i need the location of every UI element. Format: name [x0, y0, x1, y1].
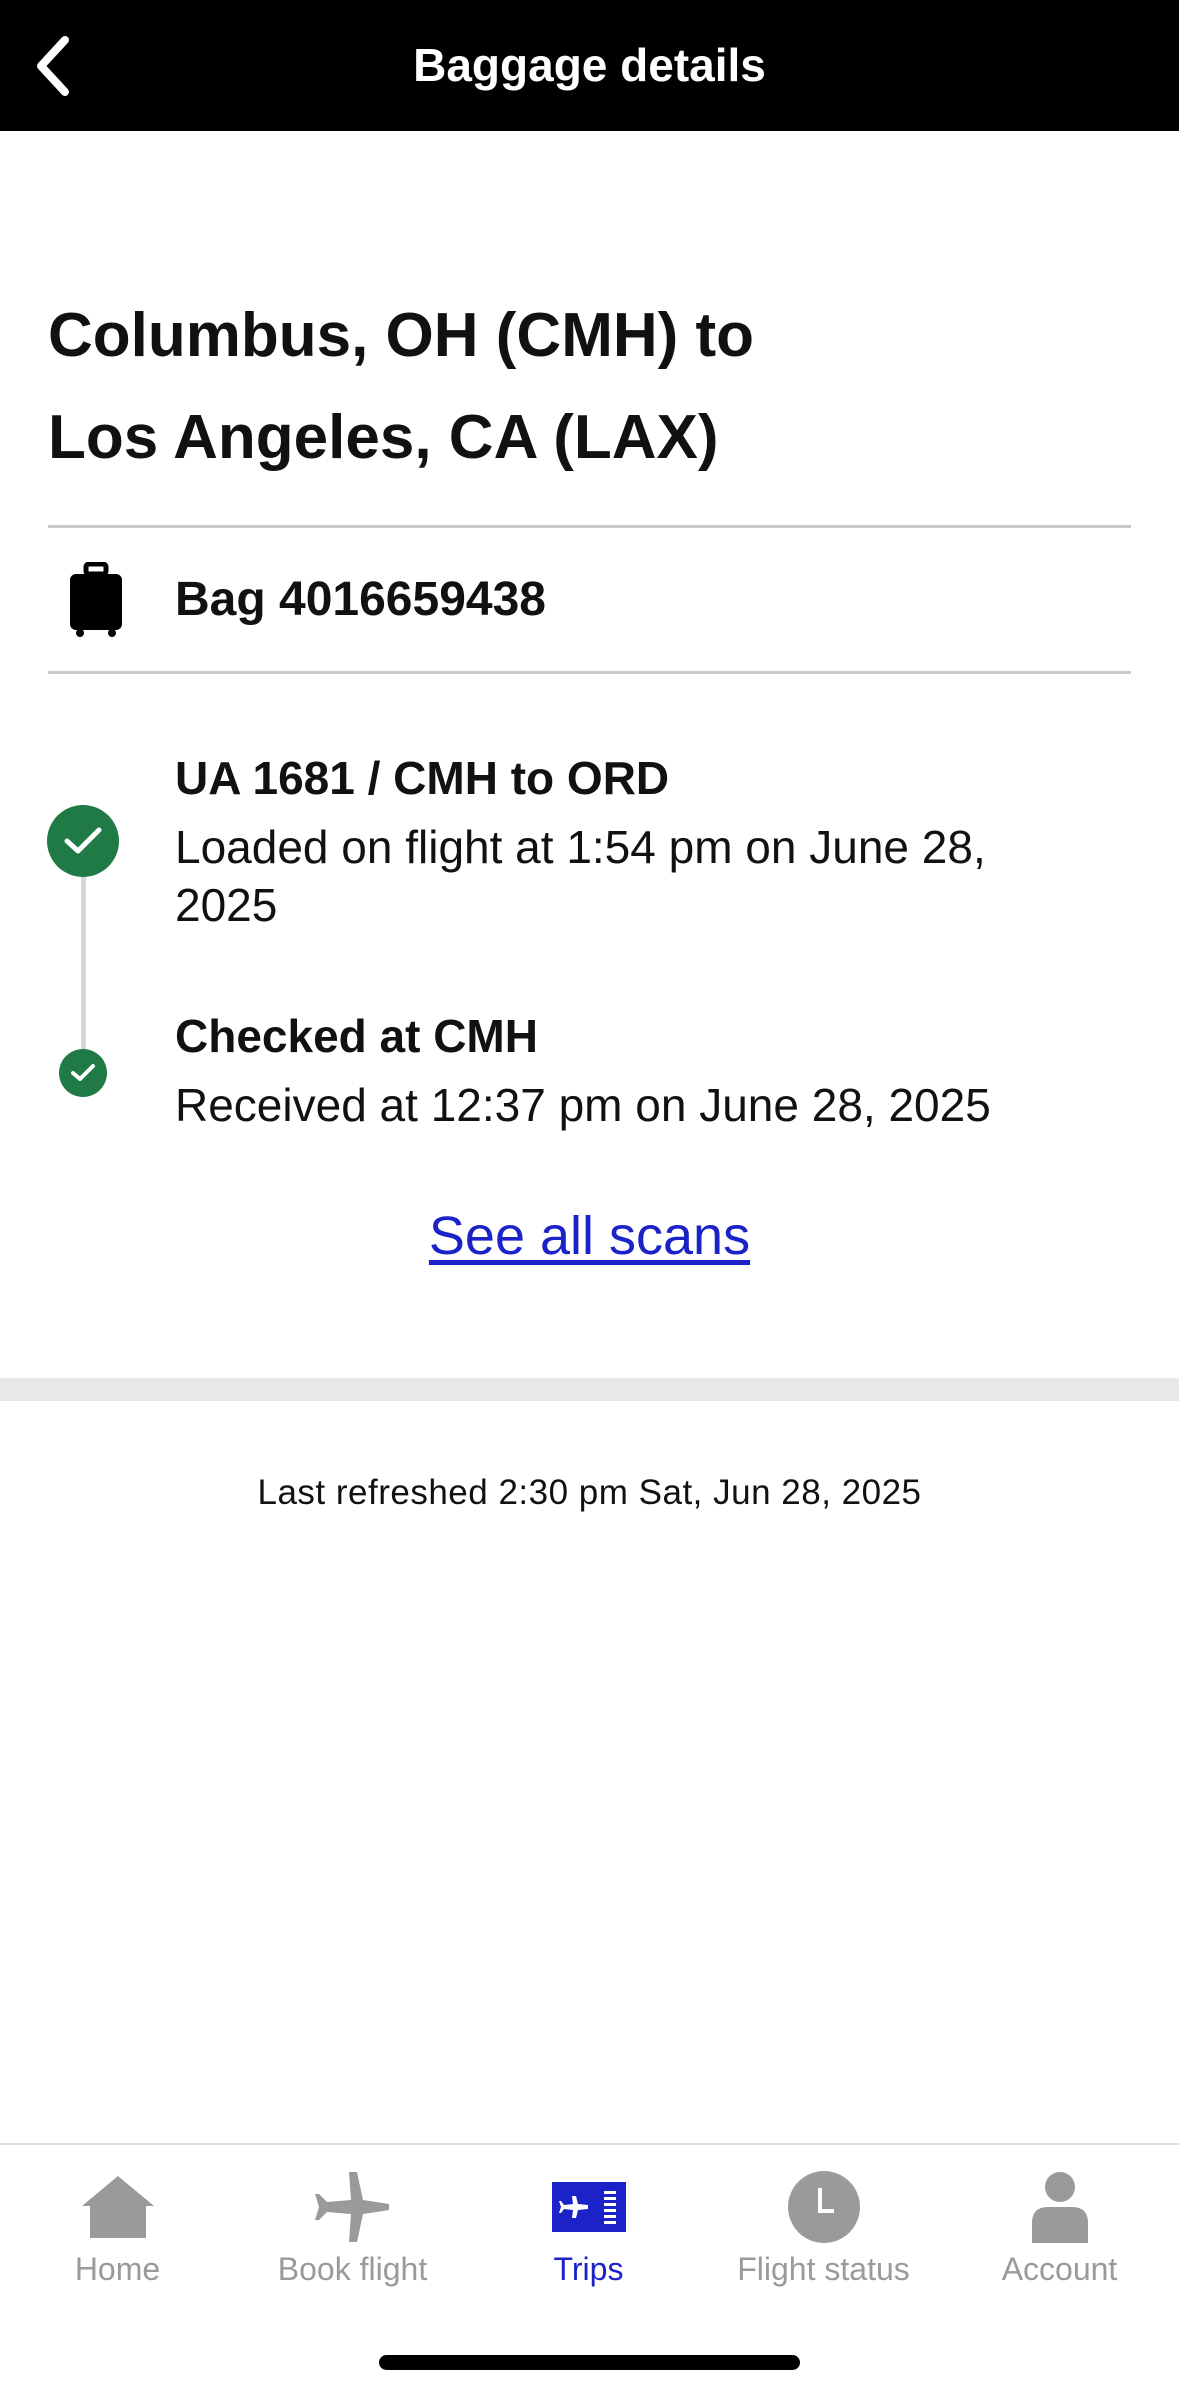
event-detail: Loaded on flight at 1:54 pm on June 28, …: [175, 821, 986, 931]
suitcase-icon: [70, 562, 122, 637]
nav-item-trips[interactable]: Trips: [471, 2145, 706, 2320]
nav-label: Home: [74, 2251, 161, 2287]
event-title: UA 1681 / CMH to ORD: [175, 752, 670, 804]
nav-item-account[interactable]: Account: [942, 2145, 1177, 2320]
app-header: Baggage details: [0, 0, 1179, 131]
section-divider: [0, 1378, 1179, 1401]
divider: [48, 671, 1131, 674]
route-destination: Los Angeles, CA (LAX): [48, 403, 719, 472]
nav-label: Book flight: [277, 2251, 428, 2287]
bag-number: Bag 4016659438: [175, 573, 546, 626]
nav-item-book-flight[interactable]: Book flight: [235, 2145, 470, 2320]
nav-label: Flight status: [737, 2251, 910, 2287]
nav-label: Account: [1001, 2251, 1118, 2287]
check-circle-icon: [59, 1049, 107, 1097]
person-icon: [1031, 2172, 1088, 2243]
event-detail: Received at 12:37 pm on June 28, 2025: [175, 1079, 991, 1131]
home-indicator: [379, 2355, 800, 2370]
route-origin: Columbus, OH (CMH) to: [48, 301, 755, 370]
timeline-event: UA 1681 / CMH to ORD Loaded on flight at…: [175, 748, 1075, 934]
nav-item-flight-status[interactable]: Flight status: [706, 2145, 941, 2320]
nav-label: Trips: [553, 2251, 624, 2287]
nav-item-home[interactable]: Home: [0, 2145, 235, 2320]
home-icon: [81, 2176, 154, 2238]
bag-row: Bag 4016659438: [48, 528, 1131, 671]
route-title: Columbus, OH (CMH) to Los Angeles, CA (L…: [48, 285, 1048, 489]
clock-icon: [787, 2171, 860, 2243]
ticket-icon: [551, 2182, 626, 2232]
event-title: Checked at CMH: [175, 1010, 538, 1062]
see-all-scans-link[interactable]: See all scans: [0, 1205, 1179, 1267]
page-title: Baggage details: [413, 39, 766, 91]
last-refreshed-text: Last refreshed 2:30 pm Sat, Jun 28, 2025: [257, 1473, 922, 1512]
airplane-icon: [314, 2172, 389, 2242]
timeline-event: Checked at CMH Received at 12:37 pm on J…: [175, 1006, 1075, 1134]
timeline-connector: [81, 876, 86, 1072]
check-circle-icon: [47, 805, 119, 877]
